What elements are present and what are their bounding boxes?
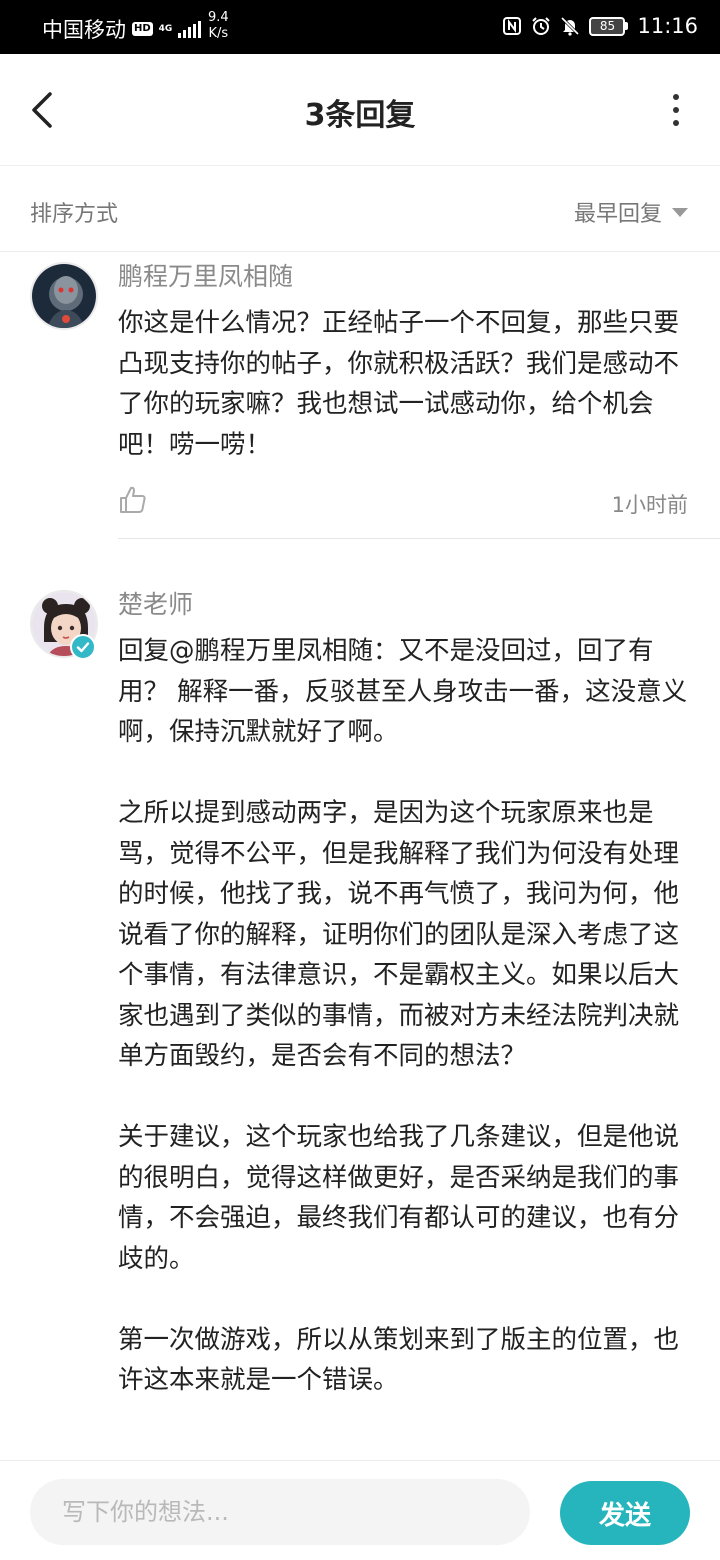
reply-separator: ： (373, 636, 399, 666)
reply-mention-link[interactable]: @鹏程万里凤相随 (169, 636, 373, 666)
status-left: 中国移动 HD 4G (42, 14, 202, 44)
network-generation: 4G (158, 23, 173, 34)
net-speed-value: 9.4 (208, 10, 229, 25)
verified-badge-icon (70, 634, 96, 660)
signal-icon (178, 20, 202, 38)
battery-level: 85 (589, 16, 626, 36)
comment-paragraph: 你这是什么情况？正经帖子一个不回复，那些只要凸现支持你的帖子，你就积极活跃？我们… (118, 308, 680, 460)
comment-paragraph: 关于建议，这个玩家也给我了几条建议，但是他说的很明白，觉得这样做更好，是否采纳是… (118, 1122, 680, 1274)
thumbs-up-icon (120, 486, 146, 513)
mute-bell-icon (561, 16, 580, 36)
like-button[interactable] (118, 485, 148, 515)
net-speed-unit: K/s (208, 26, 229, 41)
sort-dropdown[interactable]: 最早回复 (574, 196, 688, 228)
caret-down-icon (672, 207, 688, 217)
checkmark-icon (76, 642, 90, 653)
send-button[interactable]: 发送 (560, 1481, 690, 1545)
hd-badge: HD (132, 22, 153, 36)
sort-selected-value: 最早回复 (573, 202, 662, 227)
reply-input[interactable] (30, 1479, 530, 1545)
author-name[interactable]: 楚老师 (118, 585, 193, 621)
reply-prefix: 回复 (118, 636, 170, 666)
alarm-icon (532, 17, 551, 35)
sort-label: 排序方式 (30, 202, 119, 227)
status-bar: 中国移动 HD 4G 9.4 K/s 85 11:16 (0, 0, 720, 54)
page-title: 3条回复 (304, 98, 416, 133)
battery-icon: 85 (589, 16, 629, 36)
comment-text: 你这是什么情况？正经帖子一个不回复，那些只要凸现支持你的帖子，你就积极活跃？我们… (118, 303, 690, 465)
reply-composer: 发送 (0, 1460, 720, 1560)
comment-text: 回复@鹏程万里凤相随：又不是没回过，回了有用？ 解释一番，反驳甚至人身攻击一番，… (118, 631, 690, 1401)
divider (118, 538, 720, 539)
more-vertical-icon (673, 94, 679, 100)
more-options-button[interactable] (668, 94, 684, 126)
avatar[interactable] (30, 262, 98, 330)
comment-time: 1小时前 (611, 493, 688, 517)
status-right: 85 11:16 (502, 14, 698, 38)
author-name[interactable]: 鹏程万里凤相随 (118, 257, 293, 293)
battery-tip (625, 22, 629, 30)
carrier-name: 中国移动 (42, 18, 126, 42)
comment-paragraph: 第一次做游戏，所以从策划来到了版主的位置，也许这本来就是一个错误。 (118, 1324, 680, 1396)
net-speed: 9.4 K/s (208, 10, 229, 42)
nav-bar: 3条回复 (0, 54, 720, 166)
comment-paragraph: 之所以提到感动两字，是因为这个玩家原来也是骂，觉得不公平，但是我解释了我们为何没… (118, 798, 680, 1071)
sort-bar: 排序方式 最早回复 (0, 166, 720, 252)
nfc-icon (503, 17, 522, 35)
clock: 11:16 (637, 14, 698, 38)
comment-paragraph: 回复@鹏程万里凤相随：又不是没回过，回了有用？ 解释一番，反驳甚至人身攻击一番，… (118, 631, 690, 753)
avatar-image (32, 264, 96, 328)
